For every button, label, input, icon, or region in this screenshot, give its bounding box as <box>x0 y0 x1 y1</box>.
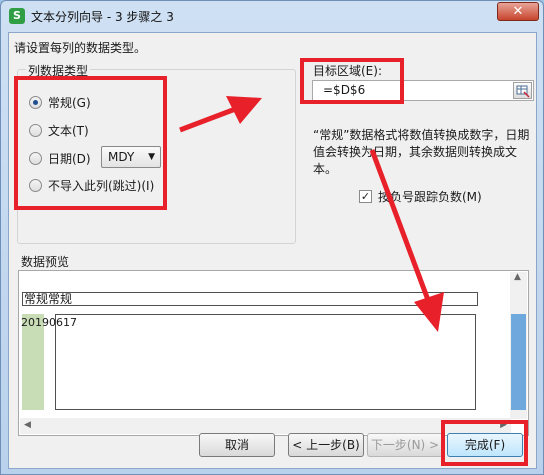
negative-sign-option[interactable]: ✓ 按负号跟踪负数(M) <box>359 188 482 205</box>
destination-input[interactable]: =$D$6 <box>312 80 534 101</box>
radio-date[interactable]: 日期(D) <box>29 149 91 167</box>
preview-legend: 数据预览 <box>19 253 72 270</box>
format-description: “常规”数据格式将数值转换成数字，日期值会转换为日期，其余数据则转换成文本。 <box>313 128 530 176</box>
radio-text[interactable]: 文本(T) <box>29 121 89 139</box>
range-picker-icon <box>516 85 530 98</box>
date-format-select[interactable]: MDY ▼ <box>101 146 161 168</box>
radio-skip-dot[interactable] <box>29 178 42 192</box>
radio-date-dot[interactable] <box>29 151 42 165</box>
back-button[interactable]: < 上一步(B) <box>288 433 364 457</box>
preview-column-header[interactable]: 常规常规 <box>22 292 478 306</box>
radio-skip-label: 不导入此列(跳过)(I) <box>48 178 155 193</box>
negative-sign-label: 按负号跟踪负数(M) <box>378 190 482 204</box>
radio-general[interactable]: 常规(G) <box>29 93 91 111</box>
data-preview: 常规常规 20190617 ▲ ◀ ▶ <box>18 270 529 436</box>
dropdown-arrow-icon: ▼ <box>148 152 155 162</box>
preview-data-area <box>55 314 476 410</box>
wizard-body: 请设置每列的数据类型。 列数据类型 常规(G) 文本(T) 日期(D) MDY … <box>8 32 537 469</box>
date-format-value: MDY <box>108 150 135 164</box>
cancel-button[interactable]: 取消 <box>199 433 275 457</box>
radio-date-label: 日期(D) <box>48 151 91 166</box>
radio-skip[interactable]: 不导入此列(跳过)(I) <box>29 176 154 194</box>
radio-text-dot[interactable] <box>29 123 42 137</box>
vertical-scrollbar[interactable]: ▲ <box>510 272 527 419</box>
title-bar: S 文本分列向导 - 3 步骤之 3 ✕ <box>1 1 543 31</box>
finish-button[interactable]: 完成(F) <box>447 433 523 457</box>
radio-text-label: 文本(T) <box>48 123 89 138</box>
scroll-left-icon[interactable]: ◀ <box>24 420 31 430</box>
preview-legend-holder: 数据预览 <box>17 253 529 270</box>
negative-sign-checkbox[interactable]: ✓ <box>359 190 372 203</box>
scroll-right-icon[interactable]: ▶ <box>500 420 507 430</box>
destination-label: 目标区域(E): <box>313 64 382 78</box>
radio-general-label: 常规(G) <box>48 95 91 110</box>
radio-general-dot[interactable] <box>29 95 42 109</box>
horizontal-scrollbar[interactable]: ◀ ▶ <box>20 418 511 434</box>
window-title: 文本分列向导 - 3 步骤之 3 <box>31 10 174 24</box>
close-button[interactable]: ✕ <box>497 2 539 21</box>
preview-cell: 20190617 <box>21 316 77 329</box>
destination-value: =$D$6 <box>323 83 366 97</box>
instruction-text: 请设置每列的数据类型。 <box>14 41 147 55</box>
range-select-button[interactable] <box>513 82 532 99</box>
next-button[interactable]: 下一步(N) > <box>367 433 443 457</box>
column-type-legend: 列数据类型 <box>26 62 91 79</box>
wps-app-icon: S <box>9 8 25 24</box>
text-split-wizard-window: S 文本分列向导 - 3 步骤之 3 ✕ 请设置每列的数据类型。 列数据类型 常… <box>0 0 544 475</box>
scroll-up-icon[interactable]: ▲ <box>514 272 521 282</box>
vertical-scroll-thumb[interactable] <box>511 314 526 410</box>
